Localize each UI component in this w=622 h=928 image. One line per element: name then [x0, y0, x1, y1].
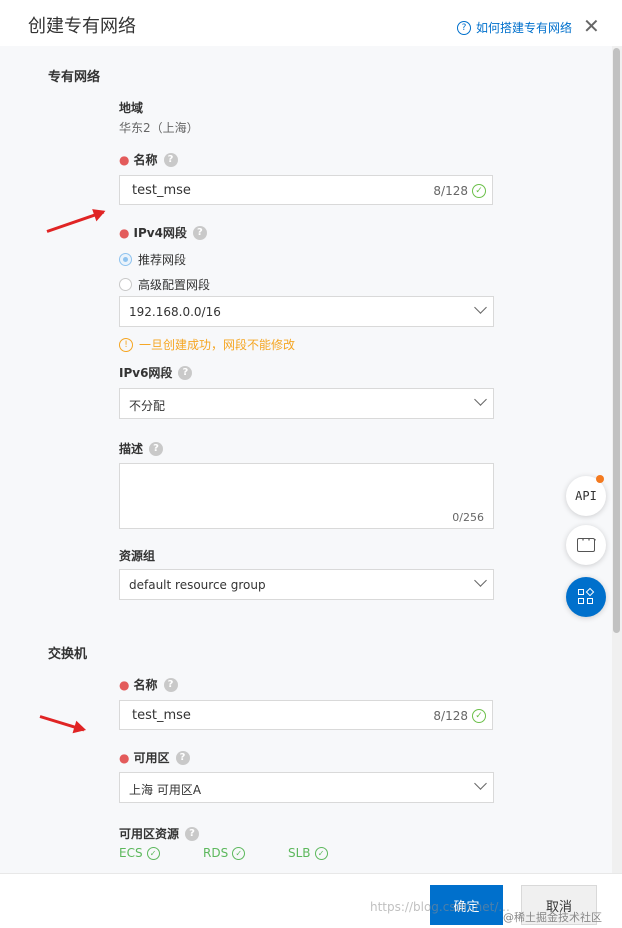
api-button[interactable]: API — [566, 475, 606, 516]
chevron-down-icon — [474, 301, 487, 314]
resource-group-label: 资源组 — [119, 549, 156, 563]
ipv4-option-advanced[interactable]: 高级配置网段 — [119, 276, 210, 293]
vpc-name-label: ● 名称 ? — [119, 151, 178, 168]
chat-icon — [577, 535, 598, 552]
vswitch-name-value: test_mse — [132, 708, 191, 723]
help-icon: ? — [457, 20, 471, 35]
watermark-community: @稀土掘金技术社区 — [503, 911, 602, 924]
check-icon: ✓ — [472, 709, 486, 723]
dialog-title: 创建专有网络 — [28, 16, 136, 37]
required-mark: ● — [119, 225, 130, 240]
question-icon[interactable]: ? — [178, 365, 193, 380]
ipv4-select-value: 192.168.0.0/16 — [129, 305, 221, 319]
notification-dot — [596, 475, 604, 483]
help-link[interactable]: ? 如何搭建专有网络 — [457, 19, 572, 36]
ipv6-label: IPv6网段 ? — [119, 364, 193, 381]
description-count: 0/256 — [452, 511, 484, 524]
zone-label: ● 可用区 ? — [119, 749, 190, 766]
region-label: 地域 — [119, 101, 144, 115]
question-icon[interactable]: ? — [175, 750, 190, 765]
region-value: 华东2（上海） — [119, 121, 199, 135]
resource-group-value: default resource group — [129, 578, 266, 592]
chevron-down-icon — [474, 393, 487, 406]
required-mark: ● — [119, 677, 130, 692]
create-vpc-dialog: 创建专有网络 ? 如何搭建专有网络 ✕ 专有网络 地域 华东2（上海） ● 名称… — [0, 0, 622, 928]
check-icon: ✓ — [314, 846, 328, 860]
zone-resources-label: 可用区资源 ? — [119, 825, 200, 842]
question-icon[interactable]: ? — [163, 677, 178, 692]
check-icon: ✓ — [146, 846, 160, 860]
dialog-body — [0, 46, 612, 873]
vswitch-name-count: 8/128 — [433, 709, 468, 723]
vpc-name-count: 8/128 — [433, 184, 468, 198]
ipv6-select[interactable]: 不分配 — [119, 388, 494, 419]
ipv4-select[interactable]: 192.168.0.0/16 — [119, 296, 494, 327]
question-icon[interactable]: ? — [192, 225, 207, 240]
radio-selected[interactable] — [119, 253, 132, 266]
required-mark: ● — [119, 750, 130, 765]
vswitch-section-title: 交换机 — [48, 647, 88, 662]
zone-select-value: 上海 可用区A — [129, 783, 202, 797]
zone-resource-ecs: ECS ✓ — [119, 846, 160, 860]
question-icon[interactable]: ? — [185, 826, 200, 841]
check-icon: ✓ — [232, 846, 246, 860]
vswitch-name-input[interactable]: test_mse 8/128 ✓ — [119, 700, 493, 730]
chat-button[interactable] — [566, 525, 606, 565]
api-label: API — [575, 489, 597, 503]
scrollbar-thumb[interactable] — [613, 48, 620, 633]
chevron-down-icon — [474, 777, 487, 790]
zone-select[interactable]: 上海 可用区A — [119, 772, 494, 803]
description-label: 描述 ? — [119, 440, 164, 457]
zone-resource-rds: RDS ✓ — [203, 846, 246, 860]
help-link-label: 如何搭建专有网络 — [476, 21, 573, 35]
ipv6-select-value: 不分配 — [129, 399, 166, 413]
vpc-section-title: 专有网络 — [48, 70, 101, 85]
ipv4-label: ● IPv4网段 ? — [119, 224, 207, 241]
required-mark: ● — [119, 152, 130, 167]
check-icon: ✓ — [472, 184, 486, 198]
question-icon[interactable]: ? — [149, 441, 164, 456]
warning-icon: ! — [119, 337, 133, 352]
vswitch-name-label: ● 名称 ? — [119, 676, 178, 693]
chevron-down-icon — [474, 574, 487, 587]
vpc-name-value: test_mse — [132, 183, 191, 198]
scrollbar[interactable] — [612, 46, 622, 873]
ipv4-option-recommended[interactable]: 推荐网段 — [119, 251, 186, 268]
radio-unselected[interactable] — [119, 278, 132, 291]
vpc-name-input[interactable]: test_mse 8/128 ✓ — [119, 175, 493, 205]
close-icon[interactable]: ✕ — [583, 16, 600, 36]
apps-button[interactable] — [566, 577, 606, 617]
watermark-url: https://blog.csdn.net/... — [370, 900, 510, 914]
apps-grid-icon — [578, 587, 595, 605]
question-icon[interactable]: ? — [163, 152, 178, 167]
ipv4-warning: ! 一旦创建成功，网段不能修改 — [119, 336, 295, 353]
description-textarea[interactable]: 0/256 — [119, 463, 494, 529]
zone-resource-slb: SLB ✓ — [288, 846, 328, 860]
resource-group-select[interactable]: default resource group — [119, 569, 494, 600]
